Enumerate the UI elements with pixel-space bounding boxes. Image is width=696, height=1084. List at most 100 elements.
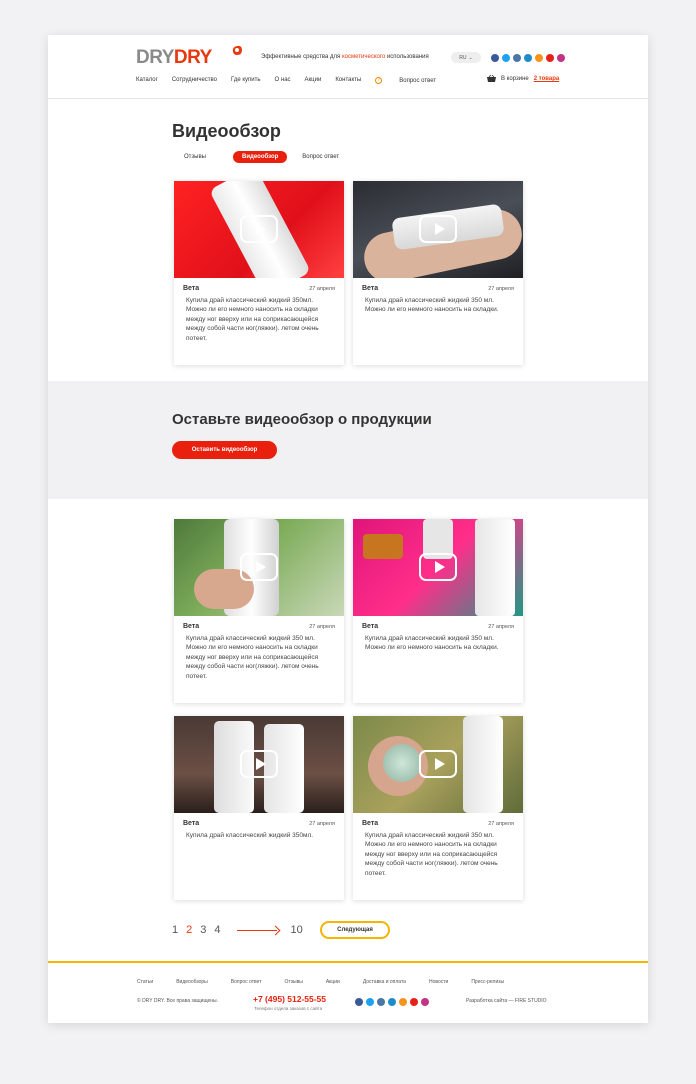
- video-card[interactable]: Вета 27 апреля Купила драй классический ж…: [174, 181, 344, 365]
- footer-link[interactable]: Отзывы: [285, 979, 303, 985]
- card-author: Вета: [183, 623, 200, 630]
- livejournal-icon[interactable]: [524, 54, 532, 62]
- odnoklassniki-icon[interactable]: [399, 998, 407, 1006]
- card-text: Купила драй классический жидкий 350 мл. …: [365, 832, 498, 877]
- chevron-down-icon: ⌄: [468, 54, 473, 61]
- card-text: Купила драй классический жидкий 350 мл. …: [365, 635, 499, 652]
- video-card[interactable]: Вета 27 апреля Купила драй классический ж…: [174, 716, 344, 900]
- play-icon[interactable]: [240, 750, 278, 778]
- footer-link[interactable]: Пресс-релизы: [471, 979, 504, 985]
- play-icon[interactable]: [419, 750, 457, 778]
- video-thumbnail[interactable]: [353, 716, 523, 813]
- page-link[interactable]: 1: [172, 924, 178, 936]
- card-text: Купила драй классический жидкий 350 мл. …: [186, 635, 319, 680]
- vk-icon[interactable]: [377, 998, 385, 1006]
- card-date: 27 апреля: [488, 820, 514, 827]
- footer-link[interactable]: Новости: [429, 979, 448, 985]
- cart-label: В корзине: [501, 76, 529, 82]
- language-value: RU: [459, 54, 467, 61]
- tab-reviews[interactable]: Отзывы: [172, 151, 215, 163]
- cart-count[interactable]: 2 товара: [534, 76, 559, 82]
- card-date: 27 апреля: [488, 623, 514, 630]
- play-icon[interactable]: [240, 553, 278, 581]
- instagram-icon[interactable]: [421, 998, 429, 1006]
- nav-item-catalog[interactable]: Каталог: [136, 77, 158, 84]
- video-card[interactable]: Вета 27 апреля Купила драй классический ж…: [174, 519, 344, 703]
- site-footer: Статьи Видеообзоры Вопрос ответ Отзывы А…: [48, 961, 648, 1023]
- section-title: Оставьте видеообзор о продукции: [172, 411, 432, 428]
- nav-item-about[interactable]: О нас: [275, 77, 291, 84]
- footer-links: Статьи Видеообзоры Вопрос ответ Отзывы А…: [137, 979, 527, 985]
- tab-video-reviews[interactable]: Видеообзор: [232, 151, 288, 163]
- twitter-icon[interactable]: [366, 998, 374, 1006]
- youtube-icon[interactable]: [546, 54, 554, 62]
- card-author: Вета: [362, 285, 379, 292]
- nav-item-promotions[interactable]: Акции: [305, 77, 322, 84]
- card-author: Вета: [362, 820, 379, 827]
- video-card[interactable]: Вета 27 апреля Купила драй классический ж…: [353, 716, 523, 900]
- cart[interactable]: В корзине 2 товара: [487, 75, 559, 83]
- odnoklassniki-icon[interactable]: [535, 54, 543, 62]
- phone-number[interactable]: +7 (495) 512-55-55: [253, 994, 326, 1004]
- leave-video-review-button[interactable]: Оставить видеообзор: [172, 441, 277, 459]
- tab-faq[interactable]: Вопрос ответ: [293, 151, 348, 163]
- footer-link[interactable]: Видеообзоры: [176, 979, 208, 985]
- footer-link[interactable]: Вопрос ответ: [231, 979, 262, 985]
- facebook-icon[interactable]: [355, 998, 363, 1006]
- arrow-right-icon: [236, 925, 281, 935]
- play-icon[interactable]: [419, 215, 457, 243]
- page-link-current[interactable]: 2: [186, 924, 192, 936]
- nav-item-contacts[interactable]: Контакты: [335, 77, 361, 84]
- developer-credit[interactable]: Разработка сайта — FIRE STUDIO: [466, 998, 547, 1004]
- card-author: Вета: [183, 285, 200, 292]
- card-author: Вета: [362, 623, 379, 630]
- language-select[interactable]: RU ⌄: [451, 52, 481, 63]
- header-socials: [491, 54, 565, 62]
- pagination: 1 2 3 4 10: [172, 924, 303, 936]
- page-title: Видеообзор: [172, 121, 281, 141]
- twitter-icon[interactable]: [502, 54, 510, 62]
- vk-icon[interactable]: [513, 54, 521, 62]
- video-card[interactable]: Вета 27 апреля Купила драй классический ж…: [353, 181, 523, 365]
- nav-item-faq-label: Вопрос ответ: [399, 77, 437, 84]
- footer-link[interactable]: Статьи: [137, 979, 153, 985]
- livejournal-icon[interactable]: [388, 998, 396, 1006]
- card-date: 27 апреля: [309, 820, 335, 827]
- video-thumbnail[interactable]: [353, 519, 523, 616]
- phone-caption: Телефон отдела заказов с сайта: [254, 1006, 323, 1011]
- page-link[interactable]: 3: [200, 924, 206, 936]
- card-date: 27 апреля: [309, 623, 335, 630]
- video-thumbnail[interactable]: [353, 181, 523, 278]
- video-thumbnail[interactable]: [174, 181, 344, 278]
- main-nav: Каталог Сотрудничество Где купить О нас …: [136, 77, 464, 84]
- footer-socials: [355, 998, 429, 1006]
- play-icon[interactable]: [240, 215, 278, 243]
- footer-link[interactable]: Доставка и оплата: [363, 979, 406, 985]
- logo-text-red: DRY: [173, 47, 212, 68]
- nav-item-cooperation[interactable]: Сотрудничество: [172, 77, 217, 84]
- next-page-button[interactable]: Следующая: [320, 921, 390, 939]
- card-date: 27 апреля: [488, 285, 514, 292]
- video-thumbnail[interactable]: [174, 519, 344, 616]
- tabs: Отзывы Видеообзор Вопрос ответ: [172, 151, 348, 163]
- nav-item-faq[interactable]: ? Вопрос ответ: [375, 77, 450, 84]
- nav-item-where-to-buy[interactable]: Где купить: [231, 77, 261, 84]
- video-card[interactable]: Вета 27 апреля Купила драй классический ж…: [353, 519, 523, 703]
- page-link[interactable]: 4: [214, 924, 220, 936]
- play-icon[interactable]: [419, 553, 457, 581]
- youtube-icon[interactable]: [410, 998, 418, 1006]
- video-thumbnail[interactable]: [174, 716, 344, 813]
- card-text: Купила драй классический жидкий 350мл. М…: [186, 297, 319, 342]
- logo[interactable]: DRYDRY: [136, 47, 212, 69]
- logo-splash-icon: [232, 45, 242, 55]
- card-author: Вета: [183, 820, 200, 827]
- site-header: DRYDRY Эффективные средства для косметич…: [48, 35, 648, 99]
- card-text: Купила драй классический жидкий 350мл.: [186, 832, 314, 839]
- facebook-icon[interactable]: [491, 54, 499, 62]
- page-link-last[interactable]: 10: [291, 924, 303, 936]
- instagram-icon[interactable]: [557, 54, 565, 62]
- footer-link[interactable]: Акции: [326, 979, 340, 985]
- card-date: 27 апреля: [309, 285, 335, 292]
- leave-review-section: Оставьте видеообзор о продукции Оставить…: [48, 381, 648, 499]
- question-icon: ?: [375, 77, 383, 84]
